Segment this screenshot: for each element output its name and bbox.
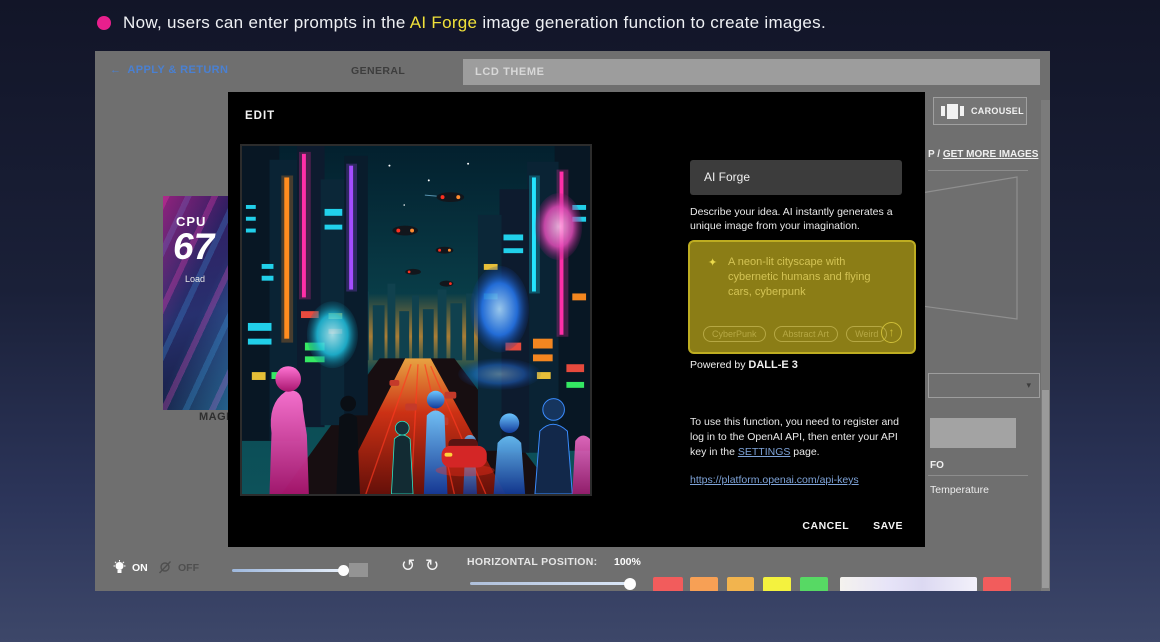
ai-forge-title: AI Forge (690, 160, 902, 195)
generate-button[interactable]: ↑ (881, 322, 902, 343)
apply-return-button[interactable]: ← APPLY & RETURN (110, 64, 228, 76)
bullet-icon (97, 16, 111, 30)
horizontal-position-value: 100% (614, 556, 641, 568)
scrollbar-thumb[interactable] (1042, 390, 1049, 588)
slider-value-box[interactable] (349, 563, 368, 577)
prompt-input[interactable]: ✦ A neon-lit cityscape with cybernetic h… (688, 240, 916, 354)
cancel-button[interactable]: CANCEL (802, 520, 849, 532)
color-swatch[interactable] (983, 577, 1011, 591)
chevron-down-icon: ▾ (1026, 380, 1031, 391)
sparkle-icon: ✦ (708, 256, 717, 269)
right-panel-dropdown[interactable]: ▾ (928, 373, 1040, 398)
load-label: Load (185, 274, 205, 284)
ai-generated-image (240, 144, 592, 496)
temperature-label: Temperature (930, 484, 989, 496)
horizontal-position-handle[interactable] (624, 578, 636, 590)
ai-forge-description: Describe your idea. AI instantly generat… (690, 205, 908, 233)
horizontal-position-label: HORIZONTAL POSITION: (467, 556, 597, 568)
theme-name-input[interactable]: LCD THEME (463, 59, 1040, 85)
brightness-slider-handle[interactable] (338, 565, 349, 576)
carousel-icon (941, 104, 964, 119)
lcd-on-toggle[interactable]: ON (113, 560, 148, 575)
callout-text: Now, users can enter prompts in the AI F… (123, 13, 826, 33)
tag-cyberpunk[interactable]: CyberPunk (703, 326, 766, 342)
color-swatch[interactable] (763, 577, 791, 591)
bulb-off-icon (158, 560, 172, 575)
color-swatch[interactable] (800, 577, 828, 591)
save-button[interactable]: SAVE (873, 520, 903, 532)
horizontal-position-slider[interactable] (470, 582, 631, 585)
brightness-slider[interactable] (232, 569, 344, 572)
back-arrow-icon: ← (110, 64, 121, 76)
powered-by-label: Powered by DALL-E 3 (690, 359, 798, 371)
color-swatch-gradient[interactable] (840, 577, 977, 591)
bulb-on-icon (113, 560, 126, 575)
modal-title: EDIT (245, 110, 275, 122)
settings-link[interactable]: SETTINGS (738, 446, 791, 458)
api-keys-link[interactable]: https://platform.openai.com/api-keys (690, 474, 859, 486)
tag-abstract-art[interactable]: Abstract Art (774, 326, 839, 342)
info-label-fragment: FO (930, 460, 944, 471)
engine-name: DALL-E 3 (748, 359, 798, 371)
callout-highlight: AI Forge (410, 13, 478, 32)
prompt-text[interactable]: A neon-lit cityscape with cybernetic hum… (728, 255, 893, 300)
color-swatch[interactable] (690, 577, 718, 591)
cpu-load-value: 67 (173, 226, 214, 268)
right-panel-button[interactable] (930, 418, 1016, 448)
callout: Now, users can enter prompts in the AI F… (97, 13, 826, 33)
color-swatch[interactable] (727, 577, 754, 591)
screen-preview-wireframe (925, 159, 1050, 339)
scrollbar[interactable] (1041, 100, 1050, 591)
rotate-ccw-icon[interactable]: ↺ (401, 556, 415, 576)
lcd-preview-card[interactable]: CPU 67 Load (163, 196, 228, 410)
page: Now, users can enter prompts in the AI F… (0, 0, 1160, 642)
lcd-off-toggle[interactable]: OFF (158, 560, 199, 575)
color-swatch[interactable] (653, 577, 683, 591)
rotate-cw-icon[interactable]: ↻ (425, 556, 439, 576)
send-arrow-icon: ↑ (889, 325, 895, 339)
edit-modal: EDIT (228, 92, 925, 547)
api-notice: To use this function, you need to regist… (690, 415, 912, 460)
carousel-button[interactable]: CAROUSEL (933, 97, 1027, 125)
divider (928, 475, 1028, 476)
